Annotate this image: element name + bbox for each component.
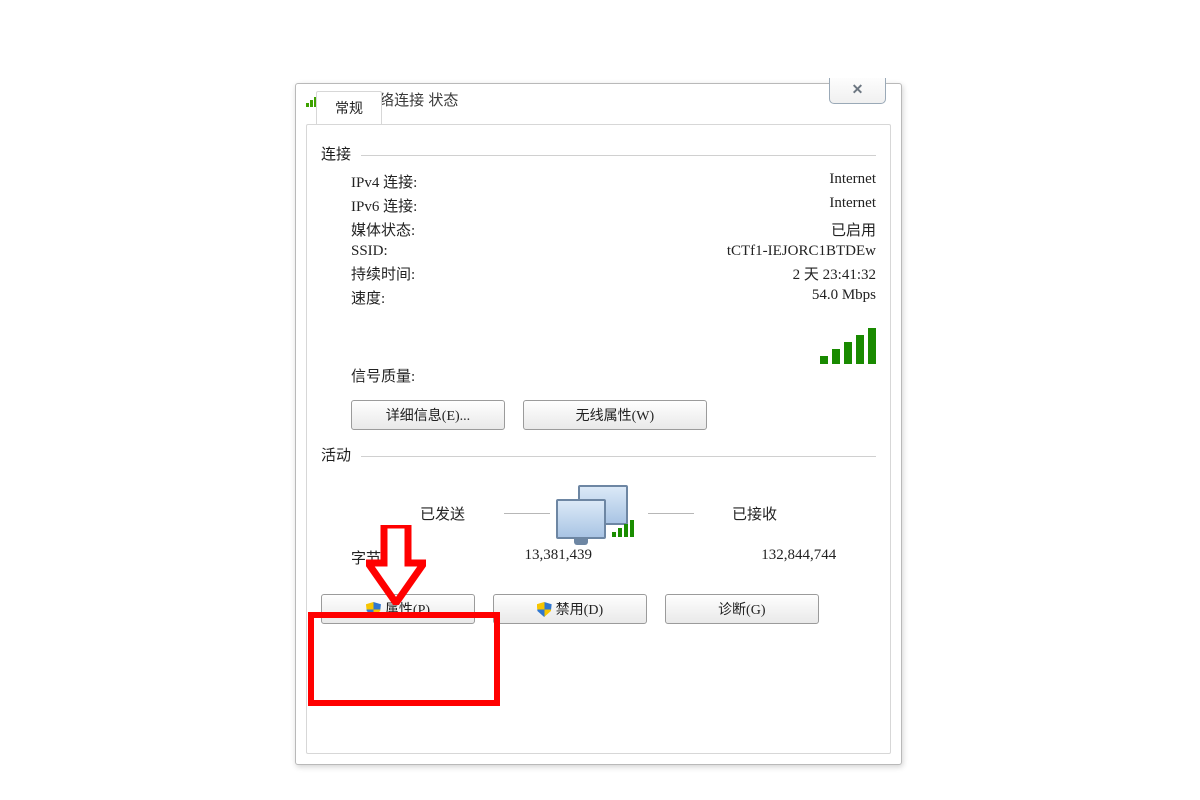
bytes-recv-value: 132,844,744 (722, 547, 877, 568)
row-media: 媒体状态: 已启用 (351, 219, 876, 240)
received-label: 已接收 (700, 503, 810, 524)
disable-button-label: 禁用(D) (556, 603, 603, 618)
diagnose-button[interactable]: 诊断(G) (665, 594, 819, 624)
properties-button-label: 属性(P) (385, 603, 430, 618)
signal-label: 信号质量: (351, 365, 511, 386)
duration-value: 2 天 23:41:32 (511, 263, 876, 284)
details-button[interactable]: 详细信息(E)... (351, 400, 505, 430)
activity-section-title: 活动 (321, 444, 351, 465)
row-ssid: SSID: tCTf1-IEJORC1BTDEw (351, 243, 876, 260)
status-dialog: 无线网络连接 状态 ✕ 常规 连接 IPv4 连接: Internet (295, 83, 902, 765)
disable-button[interactable]: 禁用(D) (493, 594, 647, 624)
bytes-sent-value: 13,381,439 (481, 547, 636, 568)
ipv6-value: Internet (511, 195, 876, 216)
activity-group-header: 活动 (321, 444, 876, 469)
activity-header-row: 已发送 已接收 (321, 485, 876, 541)
bytes-row: 字节: 13,381,439 132,844,744 (321, 547, 876, 568)
properties-button[interactable]: 属性(P) (321, 594, 475, 624)
connection-group-header: 连接 (321, 143, 876, 168)
ipv6-label: IPv6 连接: (351, 195, 511, 216)
close-button[interactable]: ✕ (829, 78, 886, 104)
close-icon: ✕ (852, 81, 864, 97)
diagnose-button-label: 诊断(G) (718, 603, 765, 618)
row-speed: 速度: 54.0 Mbps (351, 287, 876, 308)
speed-label: 速度: (351, 287, 511, 308)
media-value: 已启用 (511, 219, 876, 240)
network-activity-icon (556, 485, 642, 541)
connection-section-title: 连接 (321, 143, 351, 164)
row-duration: 持续时间: 2 天 23:41:32 (351, 263, 876, 284)
row-ipv6: IPv6 连接: Internet (351, 195, 876, 216)
sent-label: 已发送 (388, 503, 498, 524)
ssid-value: tCTf1-IEJORC1BTDEw (511, 243, 876, 260)
duration-label: 持续时间: (351, 263, 511, 284)
wireless-properties-button[interactable]: 无线属性(W) (523, 400, 707, 430)
ssid-label: SSID: (351, 243, 511, 260)
ipv4-value: Internet (511, 171, 876, 192)
speed-value: 54.0 Mbps (511, 287, 876, 308)
signal-strength-icon (820, 328, 876, 364)
tab-panel: 连接 IPv4 连接: Internet IPv6 连接: Internet 媒… (306, 124, 891, 754)
titlebar: 无线网络连接 状态 (296, 84, 901, 118)
tab-general[interactable]: 常规 (316, 91, 382, 125)
row-ipv4: IPv4 连接: Internet (351, 171, 876, 192)
shield-icon (366, 602, 381, 617)
shield-icon (537, 602, 552, 617)
media-label: 媒体状态: (351, 219, 511, 240)
ipv4-label: IPv4 连接: (351, 171, 511, 192)
tab-general-label: 常规 (335, 100, 363, 116)
bytes-label: 字节: (321, 547, 481, 568)
row-signal: 信号质量: (351, 311, 876, 386)
